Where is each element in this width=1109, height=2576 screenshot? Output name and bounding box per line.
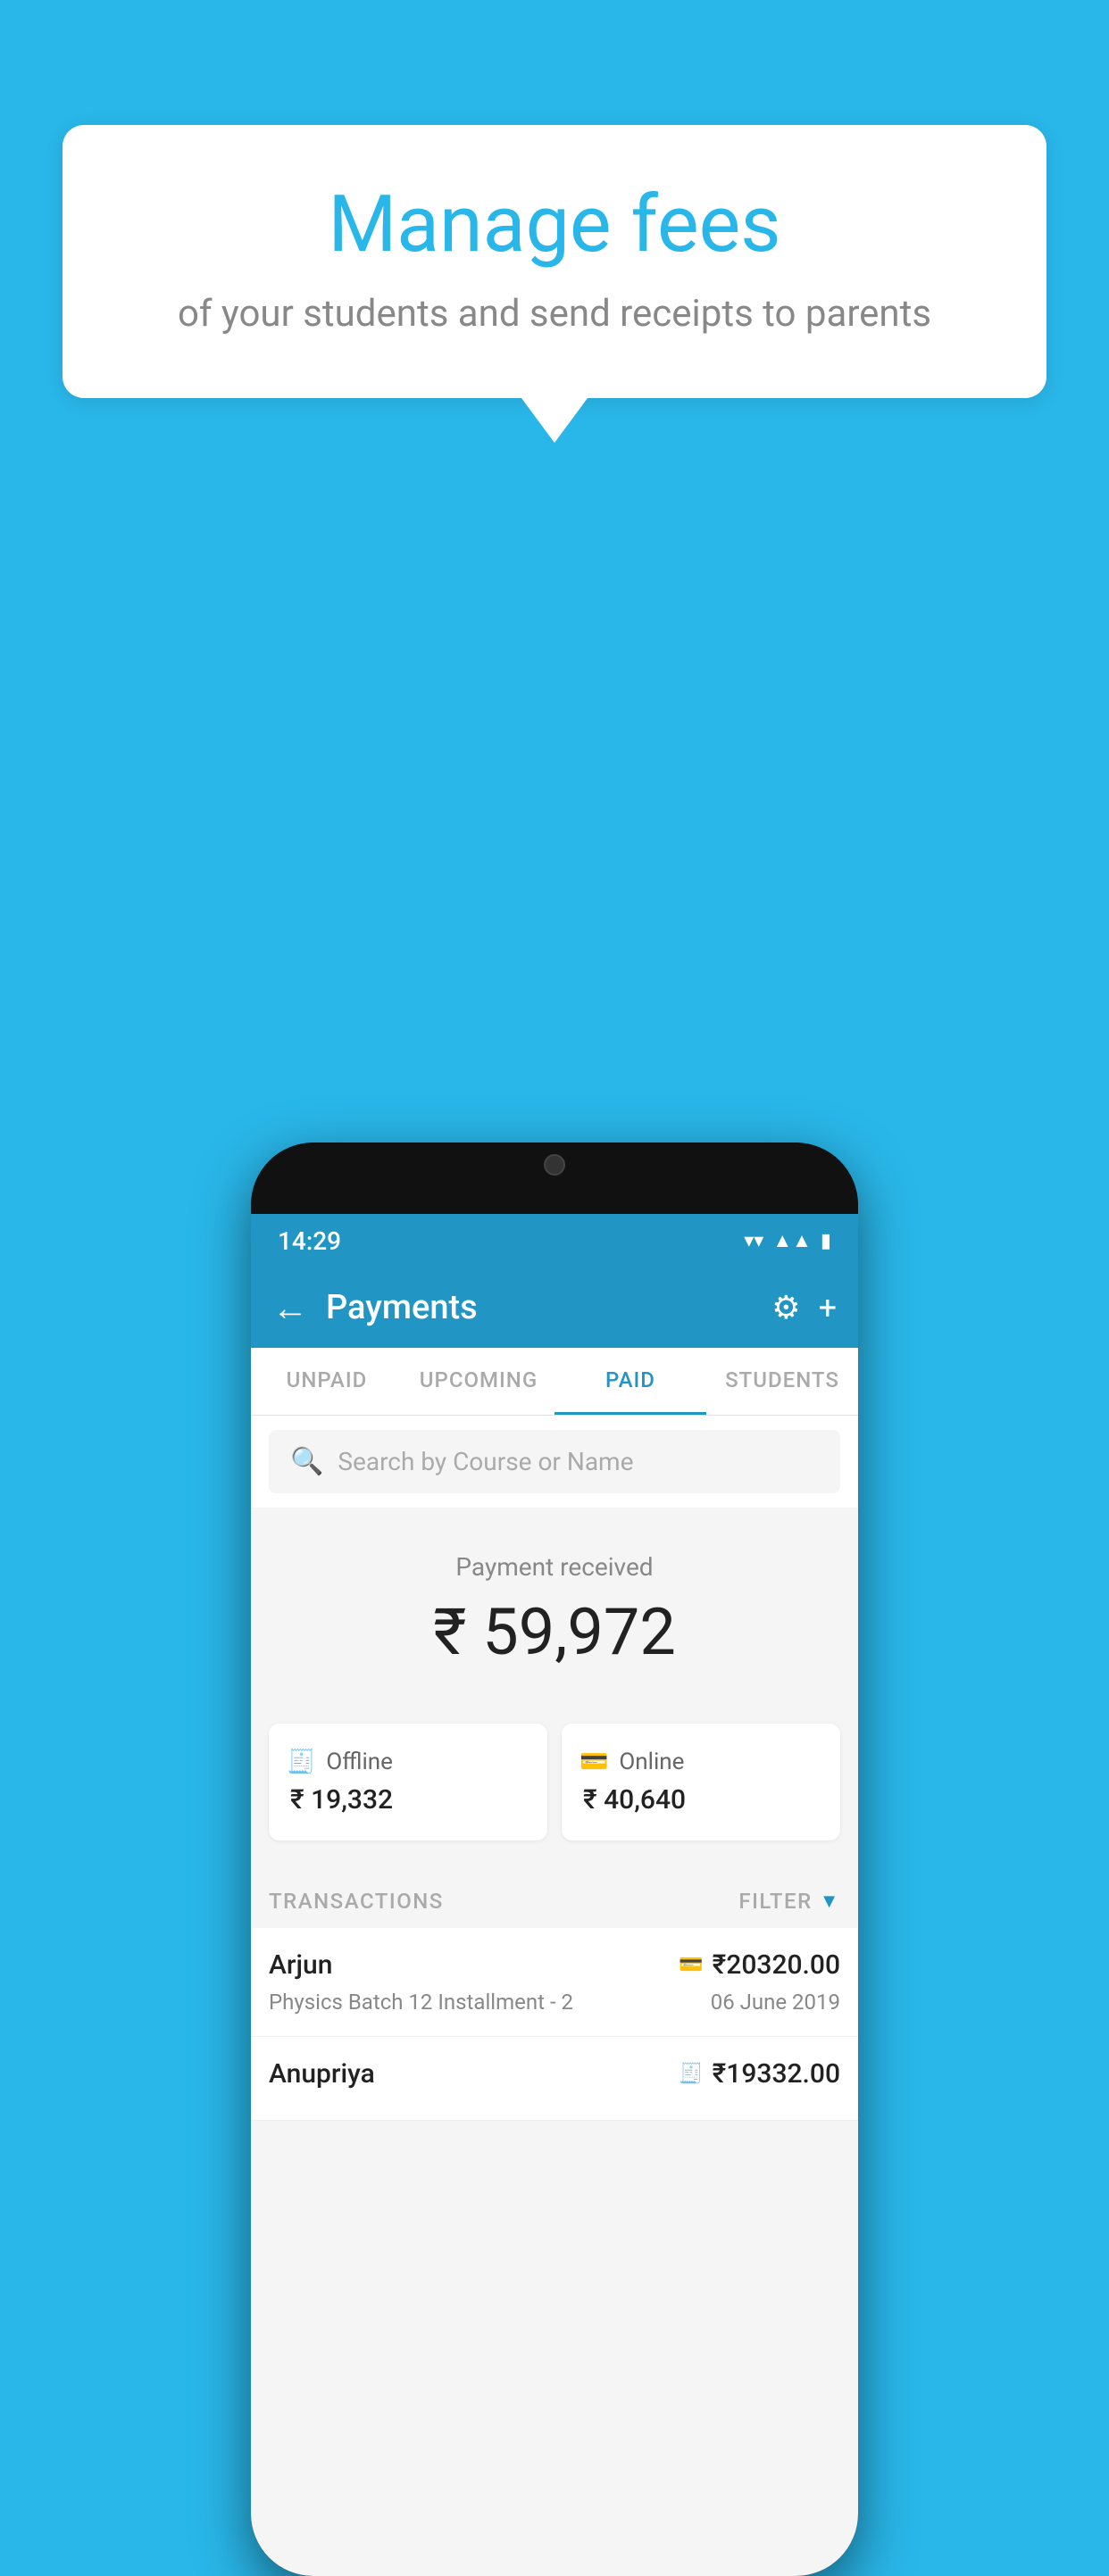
tab-unpaid[interactable]: UNPAID	[251, 1348, 403, 1415]
manage-fees-title: Manage fees	[134, 179, 975, 270]
online-icon: 💳	[580, 1749, 608, 1775]
transaction-name: Arjun	[269, 1949, 332, 1981]
payment-received-label: Payment received	[269, 1552, 840, 1582]
phone-notch	[483, 1143, 626, 1187]
settings-icon[interactable]: ⚙	[771, 1289, 800, 1326]
filter-label: FILTER	[738, 1889, 812, 1914]
back-button[interactable]: ←	[272, 1287, 308, 1329]
battery-icon: ▮	[821, 1230, 831, 1252]
online-label: Online	[619, 1749, 684, 1775]
status-bar: 14:29 ▾▾ ▲▲ ▮	[251, 1214, 858, 1267]
payment-cards: 🧾 Offline ₹ 19,332 💳 Online ₹ 40,640	[251, 1724, 858, 1867]
transaction-amount: ₹20320.00	[713, 1949, 840, 1981]
transaction-type-icon: 🧾	[679, 2063, 703, 2085]
transactions-header: TRANSACTIONS FILTER ▼	[251, 1867, 858, 1928]
search-placeholder: Search by Course or Name	[338, 1447, 633, 1476]
online-amount: ₹ 40,640	[580, 1784, 822, 1816]
offline-amount: ₹ 19,332	[287, 1784, 529, 1816]
transactions-label: TRANSACTIONS	[269, 1889, 444, 1914]
transaction-row[interactable]: Anupriya 🧾 ₹19332.00	[251, 2037, 858, 2121]
manage-fees-subtitle: of your students and send receipts to pa…	[134, 292, 975, 336]
phone-frame: 14:29 ▾▾ ▲▲ ▮ ← Payments ⚙ + UNPAID UPCO…	[251, 1143, 858, 2576]
payment-summary: Payment received ₹ 59,972	[251, 1508, 858, 1724]
header-actions: ⚙ +	[771, 1289, 837, 1326]
transaction-amount-row: 💳 ₹20320.00	[679, 1949, 840, 1981]
transaction-row[interactable]: Arjun 💳 ₹20320.00 Physics Batch 12 Insta…	[251, 1928, 858, 2037]
tab-students[interactable]: STUDENTS	[706, 1348, 858, 1415]
phone-content: 🔍 Search by Course or Name Payment recei…	[251, 1416, 858, 2576]
status-icons: ▾▾ ▲▲ ▮	[744, 1229, 831, 1252]
tab-upcoming[interactable]: UPCOMING	[403, 1348, 554, 1415]
offline-card: 🧾 Offline ₹ 19,332	[269, 1724, 547, 1841]
transaction-name: Anupriya	[269, 2058, 375, 2090]
online-card: 💳 Online ₹ 40,640	[562, 1724, 840, 1841]
tab-paid[interactable]: PAID	[554, 1348, 706, 1415]
status-time: 14:29	[278, 1226, 341, 1256]
filter-icon: ▼	[820, 1890, 840, 1913]
search-container: 🔍 Search by Course or Name	[251, 1416, 858, 1508]
transaction-amount-row: 🧾 ₹19332.00	[679, 2058, 840, 2090]
transaction-course: Physics Batch 12 Installment - 2	[269, 1990, 573, 2015]
transaction-type-icon: 💳	[679, 1954, 703, 1976]
phone-top	[251, 1143, 858, 1214]
add-icon[interactable]: +	[819, 1289, 837, 1326]
payment-amount: ₹ 59,972	[269, 1594, 840, 1670]
offline-icon: 🧾	[287, 1749, 315, 1775]
phone-camera	[544, 1154, 565, 1176]
transaction-date: 06 June 2019	[711, 1990, 840, 2015]
search-icon: 🔍	[290, 1446, 323, 1477]
speech-bubble-container: Manage fees of your students and send re…	[63, 125, 1046, 398]
speech-bubble: Manage fees of your students and send re…	[63, 125, 1046, 398]
tabs: UNPAID UPCOMING PAID STUDENTS	[251, 1348, 858, 1416]
signal-icon: ▲▲	[772, 1229, 812, 1252]
page-title: Payments	[326, 1288, 771, 1327]
offline-label: Offline	[326, 1749, 393, 1775]
wifi-icon: ▾▾	[744, 1230, 763, 1252]
search-bar[interactable]: 🔍 Search by Course or Name	[269, 1430, 840, 1493]
app-header: ← Payments ⚙ +	[251, 1267, 858, 1348]
transaction-amount: ₹19332.00	[713, 2058, 840, 2090]
filter-button[interactable]: FILTER ▼	[738, 1889, 840, 1914]
